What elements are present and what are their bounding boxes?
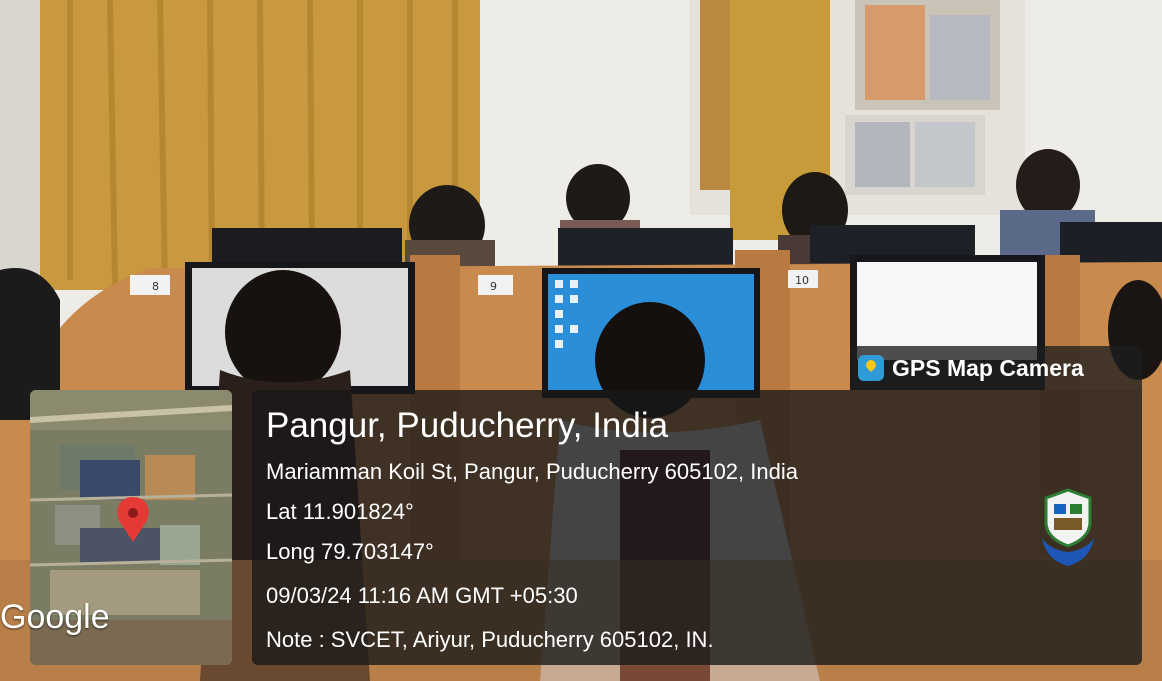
google-watermark: Google	[0, 598, 110, 636]
gps-map-camera-icon	[858, 355, 884, 381]
datetime: 09/03/24 11:16 AM GMT +05:30	[266, 583, 578, 608]
location-title: Pangur, Puducherry, India	[266, 406, 669, 445]
desk-number-9: 9	[490, 280, 497, 293]
note-line: Note : SVCET, Ariyur, Puducherry 605102,…	[266, 627, 714, 652]
gps-map-camera-badge: GPS Map Camera	[850, 346, 1142, 390]
location-info-panel: Pangur, Puducherry, India Mariamman Koil…	[252, 390, 1142, 665]
latitude: Lat 11.901824°	[266, 499, 414, 524]
badge-label: GPS Map Camera	[892, 354, 1084, 381]
college-logo	[1036, 488, 1100, 568]
longitude: Long 79.703147°	[266, 539, 434, 564]
desk-number-10: 10	[795, 274, 809, 287]
address-line: Mariamman Koil St, Pangur, Puducherry 60…	[266, 459, 798, 484]
desk-number-8: 8	[152, 280, 159, 293]
